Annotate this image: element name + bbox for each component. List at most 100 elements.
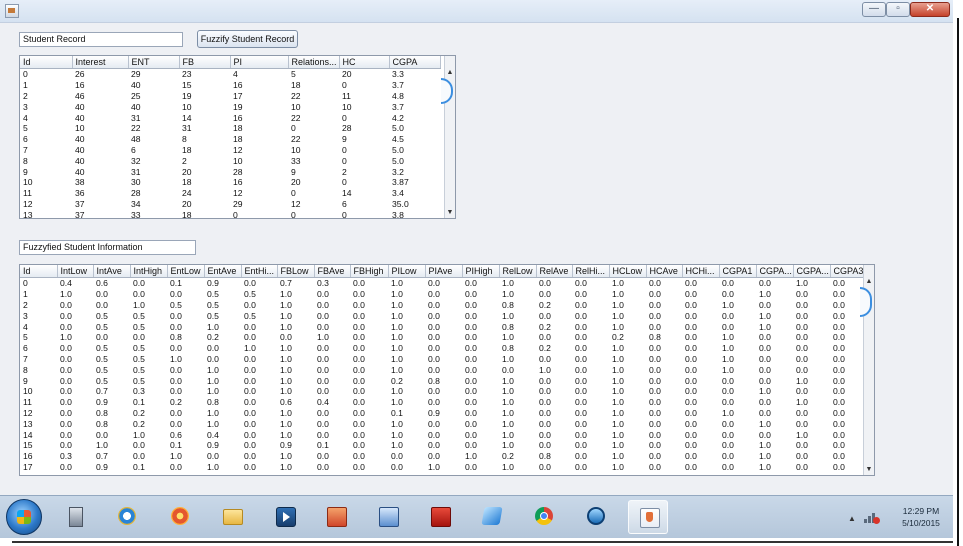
- table-cell[interactable]: 0.2: [536, 343, 572, 354]
- table-cell[interactable]: 0.0: [57, 386, 93, 397]
- table-cell[interactable]: 0.5: [93, 375, 130, 386]
- table-cell[interactable]: 33: [288, 155, 339, 166]
- table-cell[interactable]: 0.0: [536, 289, 572, 300]
- table-cell[interactable]: 0.0: [462, 343, 499, 354]
- table-cell[interactable]: 0.0: [241, 321, 277, 332]
- table-cell[interactable]: 0.0: [350, 332, 388, 343]
- table-cell[interactable]: 0.0: [682, 343, 719, 354]
- media-player-icon[interactable]: [265, 500, 305, 534]
- table-cell[interactable]: 0.1: [167, 278, 204, 289]
- table-cell[interactable]: 0.0: [462, 386, 499, 397]
- network-icon[interactable]: [864, 511, 880, 524]
- table-cell[interactable]: 0.0: [425, 310, 462, 321]
- table-cell[interactable]: 0.0: [572, 278, 609, 289]
- table-cell[interactable]: 0.0: [350, 408, 388, 419]
- powerpoint-icon[interactable]: [316, 500, 356, 534]
- table-cell[interactable]: 6: [20, 134, 72, 145]
- table-cell[interactable]: 0.0: [830, 397, 867, 408]
- table-cell[interactable]: 0.9: [204, 278, 241, 289]
- table-cell[interactable]: 0.0: [462, 397, 499, 408]
- table-cell[interactable]: 3.2: [389, 166, 440, 177]
- table-cell[interactable]: 0.0: [830, 451, 867, 462]
- table-cell[interactable]: 1.0: [499, 310, 536, 321]
- minimize-button[interactable]: —: [862, 2, 886, 17]
- table-cell[interactable]: 34: [128, 199, 179, 210]
- table-cell[interactable]: 1.0: [277, 429, 314, 440]
- table-cell[interactable]: 0.0: [719, 429, 756, 440]
- table-cell[interactable]: 1.0: [609, 343, 646, 354]
- table-cell[interactable]: 16: [230, 112, 288, 123]
- table-cell[interactable]: 0.0: [793, 462, 830, 473]
- table-cell[interactable]: 0.0: [793, 408, 830, 419]
- table-cell[interactable]: 0.2: [204, 332, 241, 343]
- table-cell[interactable]: 14: [339, 188, 389, 199]
- table-cell[interactable]: 1.0: [609, 451, 646, 462]
- table-cell[interactable]: 1.0: [388, 364, 425, 375]
- table-cell[interactable]: 0.0: [646, 386, 682, 397]
- table-cell[interactable]: 0.0: [462, 418, 499, 429]
- table-cell[interactable]: 4.2: [389, 112, 440, 123]
- table-cell[interactable]: 0.0: [462, 300, 499, 311]
- acrobat-icon[interactable]: [420, 500, 460, 534]
- table-cell[interactable]: 0.0: [793, 451, 830, 462]
- table-cell[interactable]: 35.0: [389, 199, 440, 210]
- table-cell[interactable]: 0.0: [350, 310, 388, 321]
- table-cell[interactable]: 1.0: [609, 354, 646, 365]
- table-cell[interactable]: 1.0: [462, 451, 499, 462]
- column-header[interactable]: IntHigh: [130, 265, 168, 278]
- table-cell[interactable]: 9: [20, 166, 72, 177]
- table-row[interactable]: 11 36 28 24 12 0 14 3.4: [20, 188, 440, 199]
- table-cell[interactable]: 1.0: [756, 451, 793, 462]
- table-cell[interactable]: 0.0: [314, 300, 350, 311]
- table-cell[interactable]: 1.0: [609, 440, 646, 451]
- table-cell[interactable]: 0.0: [536, 408, 572, 419]
- table-cell[interactable]: 0.9: [277, 440, 314, 451]
- table-cell[interactable]: 3.3: [389, 69, 440, 80]
- table-cell[interactable]: 15: [179, 80, 230, 91]
- table-cell[interactable]: 0.0: [93, 289, 130, 300]
- table-cell[interactable]: 3.8: [389, 209, 440, 218]
- table-cell[interactable]: 16: [72, 80, 128, 91]
- table-cell[interactable]: 0.0: [646, 429, 682, 440]
- table-cell[interactable]: 0.0: [241, 364, 277, 375]
- column-header[interactable]: EntHi...: [241, 265, 278, 278]
- table-row[interactable]: 9 0.0 0.5 0.5 0.0 1.0 0.0 1.0 0.0 0.0 0.2 0.8 0.0 1.0…: [20, 375, 867, 386]
- column-header[interactable]: FB: [179, 56, 231, 69]
- table-cell[interactable]: 16: [230, 80, 288, 91]
- table-cell[interactable]: 0.0: [646, 278, 682, 289]
- table-cell[interactable]: 2: [20, 91, 72, 102]
- column-header[interactable]: CGPA1: [719, 265, 757, 278]
- table-cell[interactable]: 0.0: [646, 321, 682, 332]
- table-cell[interactable]: 1.0: [756, 310, 793, 321]
- table-cell[interactable]: 11: [20, 397, 57, 408]
- table-cell[interactable]: 0.0: [314, 364, 350, 375]
- table-cell[interactable]: 0.0: [646, 408, 682, 419]
- table-cell[interactable]: 0.0: [830, 321, 867, 332]
- internet-explorer-icon[interactable]: [107, 500, 147, 534]
- table-cell[interactable]: 1.0: [499, 418, 536, 429]
- table-cell[interactable]: 0.0: [682, 364, 719, 375]
- table-cell[interactable]: 0.0: [756, 429, 793, 440]
- table-cell[interactable]: 0.0: [499, 364, 536, 375]
- column-header[interactable]: PIHigh: [462, 265, 500, 278]
- column-header[interactable]: RelHi...: [572, 265, 610, 278]
- table-cell[interactable]: 0.0: [793, 364, 830, 375]
- table-cell[interactable]: 23: [179, 69, 230, 80]
- table-cell[interactable]: 0.0: [462, 408, 499, 419]
- table-cell[interactable]: 0.0: [462, 440, 499, 451]
- table-cell[interactable]: 0.0: [756, 343, 793, 354]
- table-cell[interactable]: 0.0: [204, 451, 241, 462]
- table-cell[interactable]: 0.0: [350, 440, 388, 451]
- table-cell[interactable]: 0.5: [167, 300, 204, 311]
- table-cell[interactable]: 0.0: [572, 310, 609, 321]
- table-cell[interactable]: 0.5: [204, 310, 241, 321]
- table-cell[interactable]: 0.0: [388, 451, 425, 462]
- table-cell[interactable]: 0.0: [646, 375, 682, 386]
- table-cell[interactable]: 1.0: [388, 300, 425, 311]
- app-blue-icon[interactable]: [472, 500, 512, 534]
- table-cell[interactable]: 0.0: [646, 397, 682, 408]
- table-cell[interactable]: 15: [20, 440, 57, 451]
- table-cell[interactable]: 0.1: [314, 440, 350, 451]
- table-cell[interactable]: 0.0: [719, 440, 756, 451]
- table-cell[interactable]: 0.0: [314, 375, 350, 386]
